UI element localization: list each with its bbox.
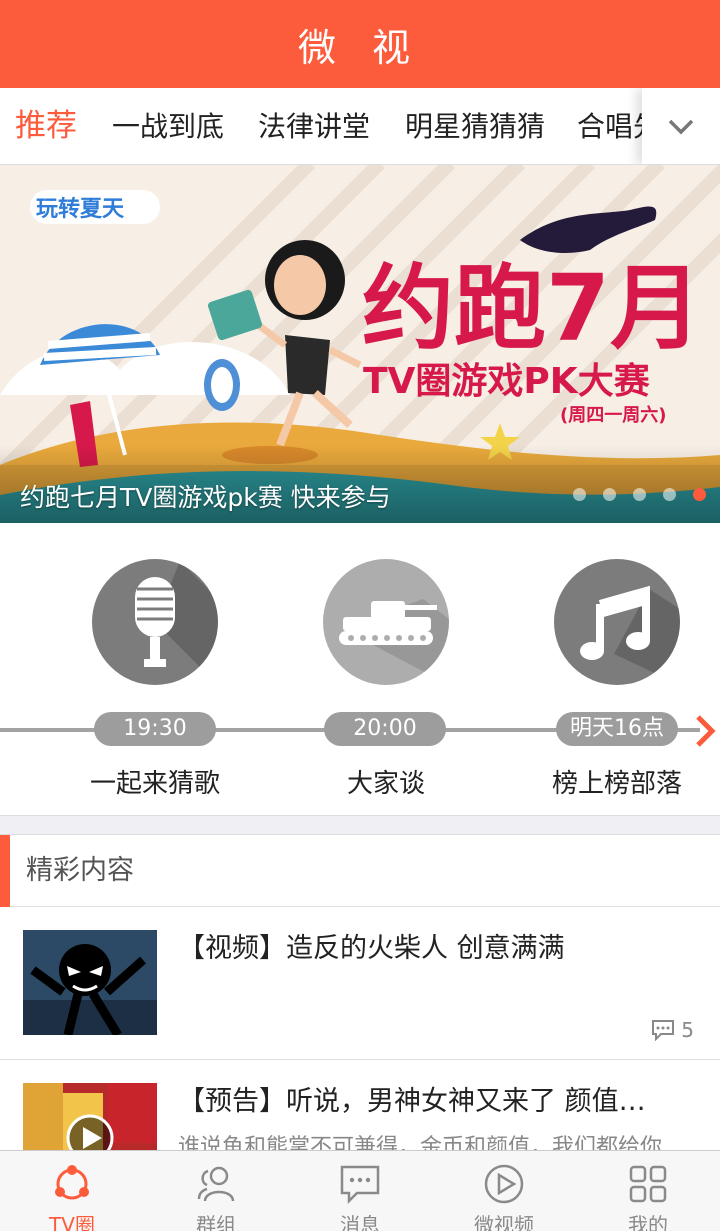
title-bar: 微 视	[0, 0, 720, 88]
section-divider	[0, 815, 720, 835]
show-name: 大家谈	[346, 769, 425, 799]
article-title: 【预告】听说，男神女神又来了 颜值…	[178, 1086, 646, 1117]
nav-mine[interactable]: 我的	[576, 1151, 720, 1231]
show-name: 榜上榜部落	[551, 769, 682, 799]
banner-dot-active[interactable]	[693, 488, 706, 501]
app-screen: 微 视 推荐 一战到底 法律讲堂 明星猜猜猜 合唱先锋 玩转夏天 约跑7月 TV…	[0, 0, 720, 1231]
nav-label: TV圈	[49, 1213, 95, 1231]
stickman-thumbnail-image	[23, 930, 157, 1035]
section-title: 精彩内容	[26, 855, 134, 886]
banner-dot[interactable]	[573, 488, 586, 501]
app-title: 微 视	[297, 25, 423, 70]
nav-label: 微视频	[474, 1213, 534, 1231]
tab-yizhandaodi[interactable]: 一战到底	[112, 88, 224, 164]
comment-icon	[652, 1020, 675, 1041]
more-tabs-button[interactable]	[642, 88, 720, 164]
article-item[interactable]: 【视频】造反的火柴人 创意满满 5	[0, 908, 720, 1060]
banner-caption: 约跑七月TV圈游戏pk赛 快来参与	[20, 483, 391, 512]
show-time: 19:30	[94, 712, 216, 746]
chevron-down-icon	[668, 119, 694, 134]
banner-dot[interactable]	[603, 488, 616, 501]
comment-count[interactable]: 5	[651, 1018, 694, 1042]
grid-icon	[629, 1165, 667, 1203]
nav-label: 我的	[628, 1213, 668, 1231]
play-icon	[484, 1164, 524, 1204]
bottom-navigation: TV圈 群组 消息 微视频 我的	[0, 1150, 720, 1231]
nav-group[interactable]: 群组	[144, 1151, 288, 1231]
banner-artwork: 玩转夏天 约跑7月 TV圈游戏PK大赛 (周四一周六)	[0, 165, 720, 523]
nav-messages[interactable]: 消息	[288, 1151, 432, 1231]
tab-star-guess[interactable]: 明星猜猜猜	[405, 88, 545, 164]
tab-law-lecture[interactable]: 法律讲堂	[258, 88, 370, 164]
banner-dot[interactable]	[663, 488, 676, 501]
chevron-right-icon[interactable]	[692, 713, 718, 749]
comment-count-value: 5	[681, 1018, 694, 1042]
banner-schedule: (周四一周六)	[560, 404, 666, 426]
section-accent-bar	[0, 835, 10, 907]
nav-tv-circle[interactable]: TV圈	[0, 1151, 144, 1231]
banner-headline: 约跑7月	[362, 255, 702, 362]
category-tabs: 推荐 一战到底 法律讲堂 明星猜猜猜 合唱先锋	[0, 88, 720, 165]
nav-label: 消息	[340, 1213, 380, 1231]
banner-badge-text: 玩转夏天	[36, 196, 125, 222]
article-title: 【视频】造反的火柴人 创意满满	[178, 933, 565, 964]
show-thumb[interactable]	[323, 559, 449, 685]
nav-micro-video[interactable]: 微视频	[432, 1151, 576, 1231]
microphone-icon	[135, 561, 218, 685]
tv-circle-icon	[55, 1165, 89, 1200]
banner-dot[interactable]	[633, 488, 646, 501]
show-time: 明天16点	[556, 712, 678, 746]
show-schedule: 一起来猜歌 19:30 大家谈 20:00 榜上榜部落 明天16点	[0, 523, 720, 815]
message-icon	[340, 1165, 380, 1205]
article-thumbnail[interactable]	[23, 930, 157, 1035]
section-header: 精彩内容	[0, 835, 720, 907]
promo-banner[interactable]: 玩转夏天 约跑7月 TV圈游戏PK大赛 (周四一周六)	[0, 165, 720, 523]
banner-pagination	[573, 488, 706, 501]
tab-recommend[interactable]: 推荐	[15, 88, 77, 164]
show-name: 一起来猜歌	[89, 769, 220, 799]
banner-subheadline: TV圈游戏PK大赛	[363, 361, 651, 402]
tank-icon	[339, 599, 449, 685]
music-note-icon	[580, 585, 680, 685]
show-thumb[interactable]	[92, 559, 218, 685]
nav-label: 群组	[196, 1213, 236, 1231]
show-thumb[interactable]	[554, 559, 680, 685]
show-time: 20:00	[324, 712, 446, 746]
group-icon	[197, 1166, 235, 1202]
